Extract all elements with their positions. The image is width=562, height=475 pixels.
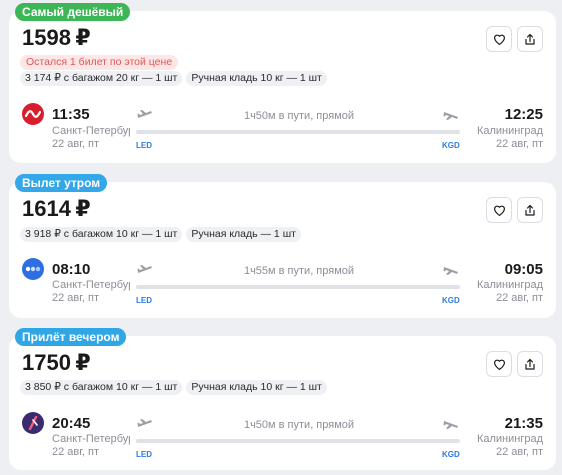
flight-card-cheapest[interactable]: 1598 ₽ Остался 1 билет по этой цене 3 17… [9, 11, 556, 163]
departure-airport-code: LED [136, 450, 152, 459]
currency: ₽ [75, 350, 91, 375]
arrival-time: 21:35 [504, 415, 543, 432]
departure-time: 11:35 [52, 106, 90, 123]
arrival-date: 22 авг, пт [495, 446, 543, 458]
arrival-city: Калининград [476, 279, 543, 291]
departure-city: Санкт-Петербург [52, 279, 130, 291]
arrival-airport-code: KGD [442, 450, 460, 459]
arrival-airport-code: KGD [442, 296, 460, 305]
departure-time: 08:10 [52, 261, 91, 278]
arrival-time: 12:25 [504, 106, 543, 123]
arrival-city: Калининград [476, 433, 543, 445]
favorite-button[interactable] [486, 197, 512, 223]
flight-duration: 1ч55м в пути, прямой [243, 265, 355, 277]
price-value: 1750 [22, 350, 71, 375]
price-value: 1598 [22, 25, 71, 50]
price: 1614 ₽ [22, 196, 91, 222]
share-icon [525, 358, 535, 370]
takeoff-plane-icon [137, 417, 153, 429]
flight-card-morning[interactable]: 1614 ₽ 3 918 ₽ с багажом 10 кг — 1 шт Ру… [9, 182, 556, 318]
flight-duration: 1ч50м в пути, прямой [243, 110, 355, 122]
heart-icon [493, 205, 505, 216]
baggage-chip[interactable]: 3 850 ₽ с багажом 10 кг — 1 шт [20, 380, 183, 395]
departure-city: Санкт-Петербург [52, 125, 130, 137]
share-button[interactable] [517, 26, 543, 52]
takeoff-plane-icon [137, 108, 153, 120]
baggage-chip[interactable]: 3 174 ₽ с багажом 20 кг — 1 шт [20, 71, 183, 86]
landing-plane-icon [443, 108, 459, 120]
heart-icon [493, 34, 505, 45]
hand-luggage-chip[interactable]: Ручная кладь 10 кг — 1 шт [186, 71, 327, 86]
flight-route-track [136, 285, 460, 289]
departure-city: Санкт-Петербург [52, 433, 130, 445]
badge-morning-departure: Вылет утром [15, 174, 108, 192]
badge-cheapest: Самый дешёвый [15, 3, 131, 21]
share-icon [525, 33, 535, 45]
departure-date: 22 авг, пт [52, 446, 100, 458]
flight-route-track [136, 439, 460, 443]
price: 1598 ₽ [22, 25, 91, 51]
rossiya-airlines-logo [22, 103, 44, 125]
share-button[interactable] [517, 197, 543, 223]
landing-plane-icon [443, 417, 459, 429]
favorite-button[interactable] [486, 351, 512, 377]
baggage-options: 3 174 ₽ с багажом 20 кг — 1 шт Ручная кл… [20, 71, 327, 86]
departure-date: 22 авг, пт [52, 138, 100, 150]
currency: ₽ [75, 25, 91, 50]
arrival-date: 22 авг, пт [495, 138, 543, 150]
baggage-options: 3 918 ₽ с багажом 10 кг — 1 шт Ручная кл… [20, 227, 301, 242]
price-value: 1614 [22, 196, 71, 221]
landing-plane-icon [443, 263, 459, 275]
nordwind-airlines-logo [22, 412, 44, 434]
flight-route-track [136, 130, 460, 134]
departure-date: 22 авг, пт [52, 292, 100, 304]
arrival-date: 22 авг, пт [495, 292, 543, 304]
badge-evening-arrival: Прилёт вечером [15, 328, 127, 346]
favorite-button[interactable] [486, 26, 512, 52]
hand-luggage-chip[interactable]: Ручная кладь — 1 шт [186, 227, 301, 242]
departure-airport-code: LED [136, 296, 152, 305]
price: 1750 ₽ [22, 350, 91, 376]
arrival-airport-code: KGD [442, 141, 460, 150]
flight-card-evening[interactable]: 1750 ₽ 3 850 ₽ с багажом 10 кг — 1 шт Ру… [9, 336, 556, 470]
share-button[interactable] [517, 351, 543, 377]
baggage-options: 3 850 ₽ с багажом 10 кг — 1 шт Ручная кл… [20, 380, 327, 395]
share-icon [525, 204, 535, 216]
hand-luggage-chip[interactable]: Ручная кладь 10 кг — 1 шт [186, 380, 327, 395]
departure-time: 20:45 [52, 415, 91, 432]
arrival-time: 09:05 [504, 261, 543, 278]
departure-airport-code: LED [136, 141, 152, 150]
heart-icon [493, 359, 505, 370]
flight-duration: 1ч50м в пути, прямой [243, 419, 355, 431]
baggage-chip[interactable]: 3 918 ₽ с багажом 10 кг — 1 шт [20, 227, 183, 242]
arrival-city: Калининград [476, 125, 543, 137]
last-ticket-warning: Остался 1 билет по этой цене [20, 55, 179, 70]
pobeda-airlines-logo [22, 258, 44, 280]
currency: ₽ [75, 196, 91, 221]
takeoff-plane-icon [137, 263, 153, 275]
